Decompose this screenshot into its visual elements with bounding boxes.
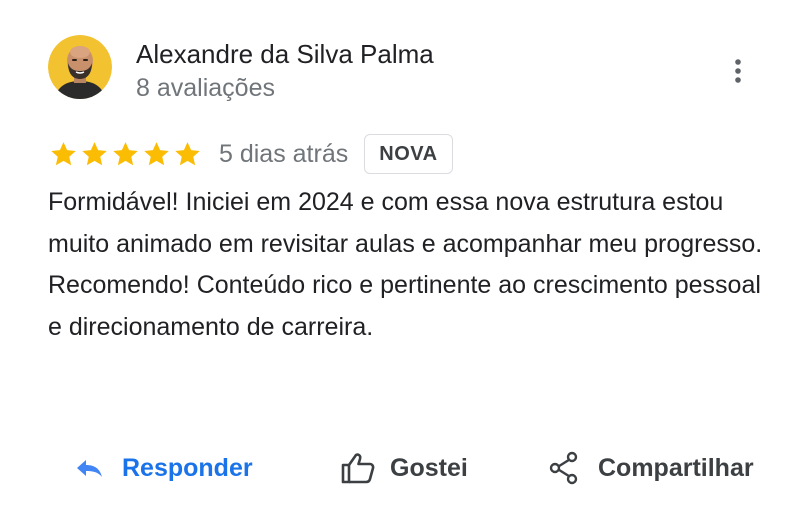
star-icon [175, 142, 200, 166]
star-rating [48, 139, 203, 169]
thumb-up-icon [341, 453, 375, 484]
review-text: Formidável! Iniciei em 2024 e com essa n… [48, 188, 763, 341]
share-button[interactable]: Compartilhar [548, 440, 754, 496]
star-icon [144, 142, 169, 166]
rating-row: 5 dias atrás NOVA [48, 132, 453, 176]
reviewer-review-count[interactable]: 8 avaliações [136, 72, 275, 104]
share-label: Compartilhar [598, 453, 754, 482]
reply-button[interactable]: Responder [74, 440, 253, 496]
more-vert-icon [735, 59, 741, 83]
review-actions: Responder Gostei Compartilhar [0, 440, 798, 496]
star-icon [113, 142, 138, 166]
like-button[interactable]: Gostei [340, 440, 468, 496]
like-label: Gostei [390, 453, 468, 482]
reply-label: Responder [122, 453, 253, 482]
share-icon [549, 451, 578, 485]
review-card: Alexandre da Silva Palma 8 avaliações 5 … [0, 0, 798, 518]
star-icon [51, 142, 76, 166]
review-date: 5 dias atrás [219, 139, 349, 168]
reviewer-name[interactable]: Alexandre da Silva Palma [136, 38, 434, 70]
avatar[interactable] [48, 35, 112, 99]
star-icon [82, 142, 107, 166]
avatar-photo-icon [48, 35, 112, 99]
more-options-button[interactable] [722, 55, 754, 87]
new-badge: NOVA [364, 134, 453, 174]
reply-icon [77, 460, 102, 477]
